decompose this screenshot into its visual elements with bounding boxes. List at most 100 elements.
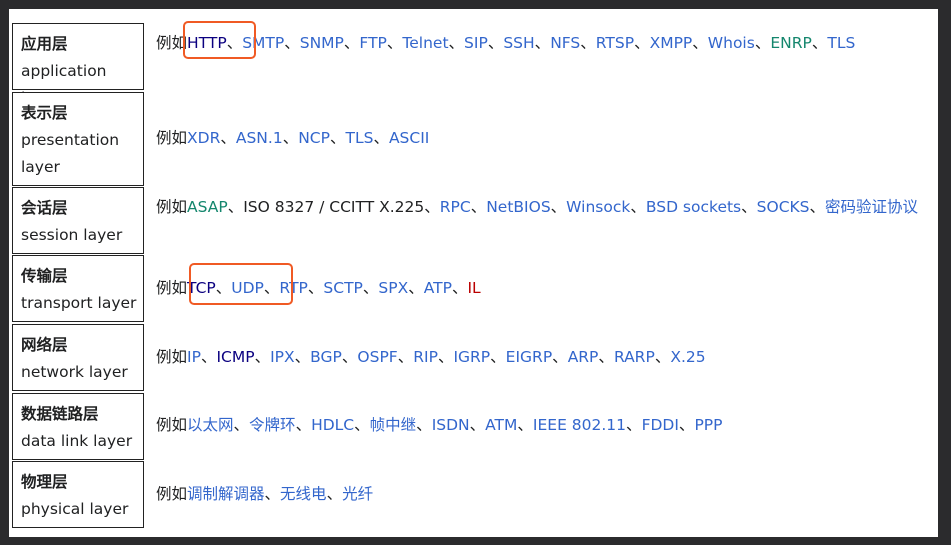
protocol-link[interactable]: FDDI bbox=[642, 416, 679, 434]
protocol-link[interactable]: Winsock bbox=[566, 198, 630, 216]
protocol-link[interactable]: ENRP bbox=[770, 34, 812, 52]
separator: 、 bbox=[233, 416, 250, 434]
separator: 、 bbox=[386, 34, 403, 52]
protocol-link[interactable]: ATP bbox=[424, 279, 452, 297]
protocol-link[interactable]: Whois bbox=[708, 34, 755, 52]
protocol-link[interactable]: XDR bbox=[187, 129, 220, 147]
protocol-link[interactable]: 密码验证协议 bbox=[825, 198, 918, 216]
protocol-link[interactable]: IP bbox=[187, 348, 201, 366]
protocol-link[interactable]: BGP bbox=[310, 348, 342, 366]
layer-name-cn: 网络层 bbox=[21, 336, 68, 354]
protocol-link[interactable]: SNMP bbox=[300, 34, 344, 52]
separator: 、 bbox=[741, 198, 757, 216]
separator: 、 bbox=[295, 416, 312, 434]
protocol-link[interactable]: OSPF bbox=[357, 348, 397, 366]
protocol-link[interactable]: 以太网 bbox=[187, 416, 234, 434]
protocol-link[interactable]: RIP bbox=[413, 348, 438, 366]
protocol-link[interactable]: ATM bbox=[485, 416, 517, 434]
separator: 、 bbox=[678, 416, 695, 434]
separator: 、 bbox=[754, 34, 771, 52]
protocol-link[interactable]: SSH bbox=[503, 34, 534, 52]
separator: 、 bbox=[354, 416, 370, 434]
protocol-link[interactable]: RPC bbox=[440, 198, 471, 216]
protocol-link[interactable]: SIP bbox=[464, 34, 488, 52]
layer-name-cell-physical: 物理层 physical layer bbox=[12, 461, 144, 528]
protocol-link[interactable]: HDLC bbox=[311, 416, 354, 434]
layer-name-en: transport layer bbox=[21, 294, 137, 312]
layer-examples-network: 例如IP、ICMP、IPX、BGP、OSPF、RIP、IGRP、EIGRP、AR… bbox=[156, 344, 931, 371]
separator: 、 bbox=[550, 198, 567, 216]
layer-name-cn: 表示层 bbox=[21, 104, 68, 122]
layer-name-cn: 会话层 bbox=[21, 199, 68, 217]
protocol-link[interactable]: ARP bbox=[568, 348, 599, 366]
protocol-link[interactable]: Telnet bbox=[402, 34, 448, 52]
protocol-link[interactable]: 调制解调器 bbox=[187, 485, 265, 503]
protocol-link[interactable]: 令牌环 bbox=[249, 416, 296, 434]
separator: 、 bbox=[424, 198, 440, 216]
separator: 、 bbox=[416, 416, 432, 434]
separator: 、 bbox=[626, 416, 642, 434]
protocol-link[interactable]: IPX bbox=[270, 348, 295, 366]
protocol-link[interactable]: ASCII bbox=[389, 129, 429, 147]
protocol-link[interactable]: ISDN bbox=[432, 416, 470, 434]
protocol-link[interactable]: NFS bbox=[550, 34, 580, 52]
separator: 、 bbox=[282, 129, 299, 147]
protocol-link[interactable]: ASN.1 bbox=[236, 129, 283, 147]
separator: 、 bbox=[451, 279, 468, 297]
protocol-link[interactable]: TLS bbox=[827, 34, 855, 52]
separator: 、 bbox=[362, 279, 379, 297]
protocol-link[interactable]: IGRP bbox=[453, 348, 490, 366]
protocol-link[interactable]: NetBIOS bbox=[486, 198, 550, 216]
protocol-link[interactable]: 帧中继 bbox=[370, 416, 417, 434]
protocol-link[interactable]: 无线电 bbox=[280, 485, 327, 503]
layer-examples-presentation: 例如XDR、ASN.1、NCP、TLS、ASCII bbox=[156, 125, 931, 152]
separator: 、 bbox=[307, 279, 324, 297]
protocol-link[interactable]: TLS bbox=[345, 129, 373, 147]
protocol-link[interactable]: XMPP bbox=[650, 34, 693, 52]
separator: 、 bbox=[220, 129, 236, 147]
separator: 、 bbox=[469, 416, 486, 434]
separator: 、 bbox=[408, 279, 424, 297]
protocol-link[interactable]: EIGRP bbox=[506, 348, 553, 366]
protocol-link[interactable]: ICMP bbox=[216, 348, 254, 366]
separator: 、 bbox=[397, 348, 414, 366]
protocol-link[interactable]: PPP bbox=[694, 416, 722, 434]
separator: 、 bbox=[227, 198, 244, 216]
separator: 、 bbox=[654, 348, 671, 366]
protocol-link[interactable]: BSD sockets bbox=[646, 198, 741, 216]
protocol-link[interactable]: FTP bbox=[359, 34, 386, 52]
protocol-link[interactable]: SOCKS bbox=[757, 198, 810, 216]
protocol-link[interactable]: IEEE 802.11 bbox=[533, 416, 626, 434]
protocol-link[interactable]: X.25 bbox=[670, 348, 705, 366]
layer-name-cell-transport: 传输层 transport layer bbox=[12, 255, 144, 322]
layer-name-cell-network: 网络层 network layer bbox=[12, 324, 144, 391]
highlight-box-tcp-udp bbox=[189, 263, 293, 305]
protocol-link[interactable]: 光纤 bbox=[342, 485, 373, 503]
example-prefix: 例如 bbox=[156, 485, 188, 503]
separator: 、 bbox=[329, 129, 346, 147]
protocol-link[interactable]: SPX bbox=[378, 279, 408, 297]
layer-name-cn: 应用层 bbox=[21, 35, 68, 53]
protocol-link[interactable]: ASAP bbox=[187, 198, 228, 216]
protocol-link[interactable]: NCP bbox=[298, 129, 330, 147]
layer-examples-data-link: 例如以太网、令牌环、HDLC、帧中继、ISDN、ATM、IEEE 802.11、… bbox=[156, 412, 931, 439]
separator: 、 bbox=[437, 348, 454, 366]
osi-layer-table: 应用层 application layer 例如HTTP、SMTP、SNMP、F… bbox=[9, 9, 938, 537]
layer-name-cell-application: 应用层 application layer bbox=[12, 23, 144, 107]
protocol-link[interactable]: RTSP bbox=[596, 34, 634, 52]
layer-name-cell-data-link: 数据链路层 data link layer bbox=[12, 393, 144, 460]
separator: 、 bbox=[470, 198, 487, 216]
separator: 、 bbox=[373, 129, 389, 147]
protocol-link[interactable]: SCTP bbox=[323, 279, 362, 297]
protocol-link[interactable]: IL bbox=[467, 279, 480, 297]
separator: 、 bbox=[448, 34, 465, 52]
example-prefix: 例如 bbox=[156, 198, 188, 216]
layer-name-cn: 物理层 bbox=[21, 473, 68, 491]
separator: 、 bbox=[487, 34, 504, 52]
separator: 、 bbox=[598, 348, 614, 366]
example-prefix: 例如 bbox=[156, 416, 188, 434]
protocol-link[interactable]: RARP bbox=[614, 348, 655, 366]
layer-name-en: data link layer bbox=[21, 432, 133, 450]
example-prefix: 例如 bbox=[156, 348, 188, 366]
separator: 、 bbox=[534, 34, 551, 52]
